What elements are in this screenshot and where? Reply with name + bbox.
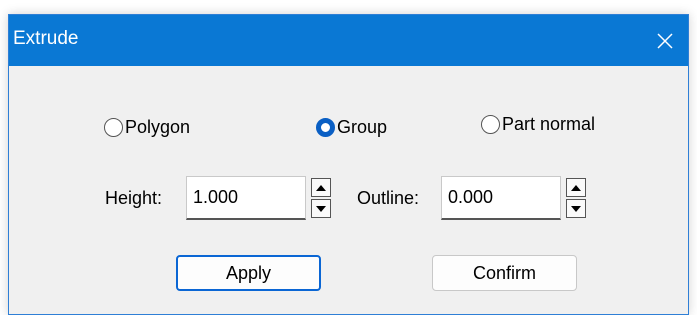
height-spinner <box>311 178 331 218</box>
outline-spinner <box>566 178 586 218</box>
title-bar[interactable]: Extrude <box>9 15 688 66</box>
radio-part-normal-label: Part normal <box>502 114 596 134</box>
extrude-dialog: Extrude Polygon Group Part normal Height… <box>8 14 689 315</box>
outline-label: Outline: <box>357 188 420 208</box>
radio-group[interactable]: Group <box>316 117 387 138</box>
height-spin-up-button[interactable] <box>311 178 331 197</box>
radio-polygon-label: Polygon <box>125 117 191 137</box>
triangle-down-icon <box>571 205 581 212</box>
outline-spin-down-button[interactable] <box>566 199 586 218</box>
height-spin-down-button[interactable] <box>311 199 331 218</box>
triangle-up-icon <box>571 184 581 191</box>
radio-checked-icon <box>316 118 335 137</box>
apply-button[interactable]: Apply <box>176 255 321 291</box>
close-button[interactable] <box>642 15 688 66</box>
confirm-button[interactable]: Confirm <box>432 255 577 291</box>
radio-circle-icon <box>104 118 123 137</box>
triangle-up-icon <box>316 184 326 191</box>
outline-input[interactable]: 0.000 <box>441 176 561 220</box>
outline-spin-up-button[interactable] <box>566 178 586 197</box>
radio-polygon[interactable]: Polygon <box>104 117 190 138</box>
height-label: Height: <box>105 188 163 208</box>
radio-circle-icon <box>481 115 500 134</box>
height-input[interactable]: 1.000 <box>186 176 306 220</box>
close-icon <box>657 32 673 49</box>
radio-group-label: Group <box>337 117 388 137</box>
radio-part-normal[interactable]: Part normal <box>481 114 595 135</box>
triangle-down-icon <box>316 205 326 212</box>
window-title: Extrude <box>13 28 79 49</box>
